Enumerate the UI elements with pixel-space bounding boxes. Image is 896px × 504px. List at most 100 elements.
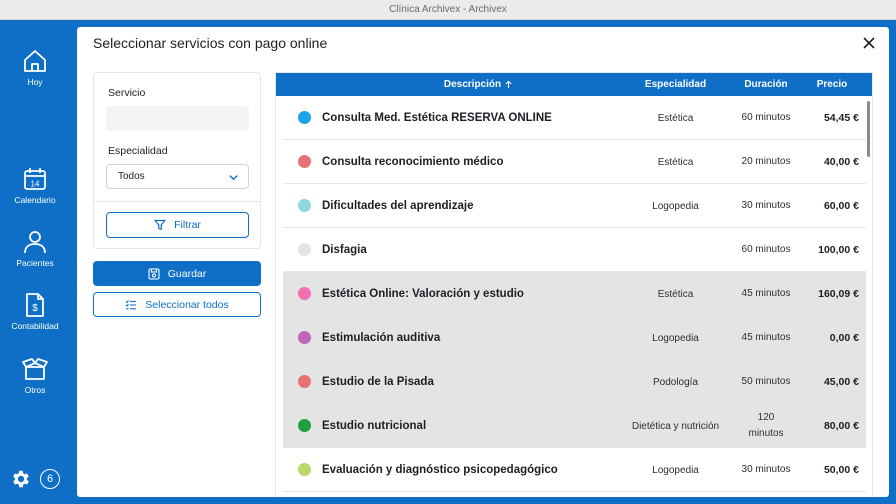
invoice-dollar-icon: $ xyxy=(26,293,44,317)
color-dot xyxy=(298,155,311,168)
column-description-label: Descripción xyxy=(443,79,502,90)
cell-description: Estimulación auditiva xyxy=(322,332,441,344)
cell-price: 160,09 € xyxy=(818,288,859,300)
cell-price: 50,00 € xyxy=(823,464,859,476)
cell-duration: 20 minutos xyxy=(741,156,791,167)
cell-specialty: Podología xyxy=(652,376,699,388)
filter-panel: Servicio Especialidad Todos Filtrar xyxy=(93,72,261,249)
sidebar-item-label: Pacientes xyxy=(16,258,54,268)
service-label: Servicio xyxy=(108,87,146,99)
table-row[interactable]: Evaluación y diagnóstico psicopedagógico… xyxy=(283,448,866,492)
window-title: Clínica Archivex - Archivex xyxy=(389,4,507,15)
color-dot xyxy=(298,463,311,476)
filter-button-label: Filtrar xyxy=(174,219,201,231)
sidebar-item-label: Contabilidad xyxy=(11,321,59,331)
sidebar-item-hoy[interactable]: Hoy xyxy=(0,48,70,87)
modal-title: Seleccionar servicios con pago online xyxy=(93,35,328,51)
save-button[interactable]: Guardar xyxy=(93,261,261,286)
table-row[interactable]: Disfagia 60 minutos 100,00 € xyxy=(283,228,866,272)
cell-description: Consulta reconocimiento médico xyxy=(322,156,504,168)
service-input[interactable] xyxy=(106,106,249,131)
cell-description: Dificultades del aprendizaje xyxy=(322,200,474,212)
calendar-icon: 14 xyxy=(24,168,46,190)
sidebar-item-otros[interactable]: Otros xyxy=(0,356,70,395)
color-dot xyxy=(298,199,311,212)
checklist-icon xyxy=(125,299,137,309)
cell-specialty: Estética xyxy=(657,156,694,168)
cell-specialty: Logopedia xyxy=(652,332,699,344)
cell-price: 100,00 € xyxy=(818,244,859,256)
cell-specialty: Logopedia xyxy=(652,464,699,476)
column-duration-label: Duración xyxy=(744,79,788,90)
cell-price: 0,00 € xyxy=(829,332,859,344)
table-row[interactable]: Dificultades del aprendizaje Logopedia 30 … xyxy=(283,184,866,228)
save-icon xyxy=(148,267,160,280)
cell-description: Consulta Med. Estética RESERVA ONLINE xyxy=(322,112,552,124)
box-icon xyxy=(22,358,48,380)
sidebar-item-calendario[interactable]: 14 Calendario xyxy=(0,166,70,205)
cell-specialty: Logopedia xyxy=(652,200,699,212)
sidebar-item-label: Otros xyxy=(24,385,46,395)
column-specialty[interactable]: Especialidad xyxy=(613,73,738,96)
cell-duration: 30 minutos xyxy=(741,464,791,475)
table-row[interactable]: Estudio de la Pisada Podología 50 minutos 4… xyxy=(283,360,866,404)
sidebar-item-contabilidad[interactable]: $ Contabilidad xyxy=(0,292,70,331)
table-row[interactable]: Estudio nutricional Dietética y nutrición… xyxy=(283,404,866,448)
cell-price: 45,00 € xyxy=(823,376,859,388)
sidebar-item-pacientes[interactable]: Pacientes xyxy=(0,229,70,268)
gear-icon[interactable] xyxy=(10,468,32,490)
color-dot xyxy=(298,419,311,432)
services-modal: Seleccionar servicios con pago online Se… xyxy=(77,27,889,497)
home-icon xyxy=(24,50,46,72)
cell-duration: 120 minutos xyxy=(748,412,784,439)
cell-price: 54,45 € xyxy=(823,112,859,124)
sidebar: Hoy 14 Calendario Pacientes $ Contabilid… xyxy=(0,20,70,504)
cell-specialty: Dietética y nutrición xyxy=(631,420,720,432)
specialty-select[interactable]: Todos xyxy=(106,164,249,189)
cell-price: 40,00 € xyxy=(823,156,859,168)
close-icon[interactable] xyxy=(861,35,877,51)
user-icon xyxy=(24,231,46,254)
cell-duration: 45 minutos xyxy=(741,288,791,299)
cell-price: 80,00 € xyxy=(823,420,859,432)
svg-text:$: $ xyxy=(32,303,38,314)
divider xyxy=(94,201,260,202)
cell-specialty: Estética xyxy=(657,288,694,300)
color-dot xyxy=(298,287,311,300)
cell-specialty: Estética xyxy=(657,112,694,124)
color-dot xyxy=(298,111,311,124)
cell-duration: 60 minutos xyxy=(741,112,791,123)
column-specialty-label: Especialidad xyxy=(644,79,707,90)
color-dot xyxy=(298,375,311,388)
notification-badge[interactable]: 6 xyxy=(40,469,60,489)
color-dot xyxy=(298,331,311,344)
color-dot xyxy=(298,243,311,256)
window-titlebar: Clínica Archivex - Archivex xyxy=(0,0,896,20)
chevron-down-icon xyxy=(229,175,238,181)
cell-description: Disfagia xyxy=(322,244,367,256)
scrollbar-thumb[interactable] xyxy=(867,101,870,157)
cell-duration: 60 minutos xyxy=(741,244,791,255)
cell-description: Estudio de la Pisada xyxy=(322,376,434,388)
cell-duration: 30 minutos xyxy=(741,200,791,211)
sidebar-item-label: Calendario xyxy=(14,195,56,205)
select-all-button[interactable]: Seleccionar todos xyxy=(93,292,261,317)
specialty-select-value: Todos xyxy=(118,171,145,182)
column-price[interactable]: Precio xyxy=(806,73,858,96)
services-table: Descripción Especialidad Duración Precio… xyxy=(275,72,873,497)
table-row[interactable]: Consulta reconocimiento médico Estética 20… xyxy=(283,140,866,184)
save-button-label: Guardar xyxy=(167,267,207,280)
column-duration[interactable]: Duración xyxy=(736,73,796,96)
cell-price: 60,00 € xyxy=(823,200,859,212)
filter-button[interactable]: Filtrar xyxy=(106,212,249,238)
select-all-button-label: Seleccionar todos xyxy=(145,298,229,311)
cell-specialty xyxy=(613,228,738,272)
arrow-up-icon xyxy=(505,80,512,89)
specialty-label: Especialidad xyxy=(108,145,168,157)
table-row[interactable]: Consulta Med. Estética RESERVA ONLINE Est… xyxy=(283,96,866,140)
table-header: Descripción Especialidad Duración Precio xyxy=(276,73,872,96)
column-price-label: Precio xyxy=(816,79,848,90)
table-row[interactable]: Estética Online: Valoración y estudio Est… xyxy=(283,272,866,316)
table-row[interactable]: Estimulación auditiva Logopedia 45 minutos… xyxy=(283,316,866,360)
cell-duration: 50 minutos xyxy=(741,376,791,387)
